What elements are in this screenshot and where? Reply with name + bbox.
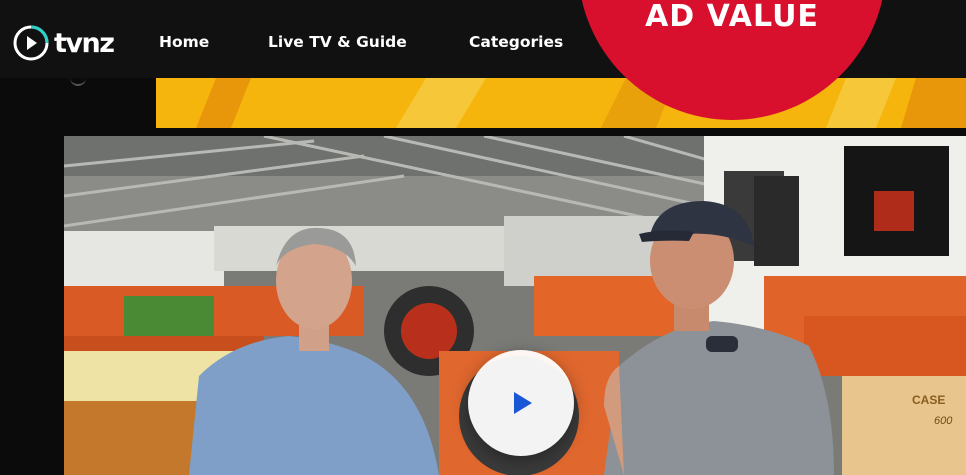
frame-sign-number: 600 bbox=[934, 415, 953, 427]
play-icon bbox=[514, 392, 532, 414]
play-button[interactable] bbox=[468, 350, 574, 456]
tvnz-logo-icon bbox=[13, 25, 49, 61]
banner-pattern bbox=[156, 78, 966, 128]
nav-home[interactable]: Home bbox=[159, 33, 209, 51]
tvnz-logo[interactable]: tvnz bbox=[12, 24, 115, 62]
promo-banner bbox=[156, 78, 966, 128]
ad-value-label: AD VALUE bbox=[645, 0, 819, 34]
nav-categories[interactable]: Categories bbox=[469, 33, 563, 51]
brand-wordmark: tvnz bbox=[54, 27, 115, 59]
frame-sign-case: CASE bbox=[912, 393, 945, 407]
nav-live-tv-guide[interactable]: Live TV & Guide bbox=[268, 33, 407, 51]
